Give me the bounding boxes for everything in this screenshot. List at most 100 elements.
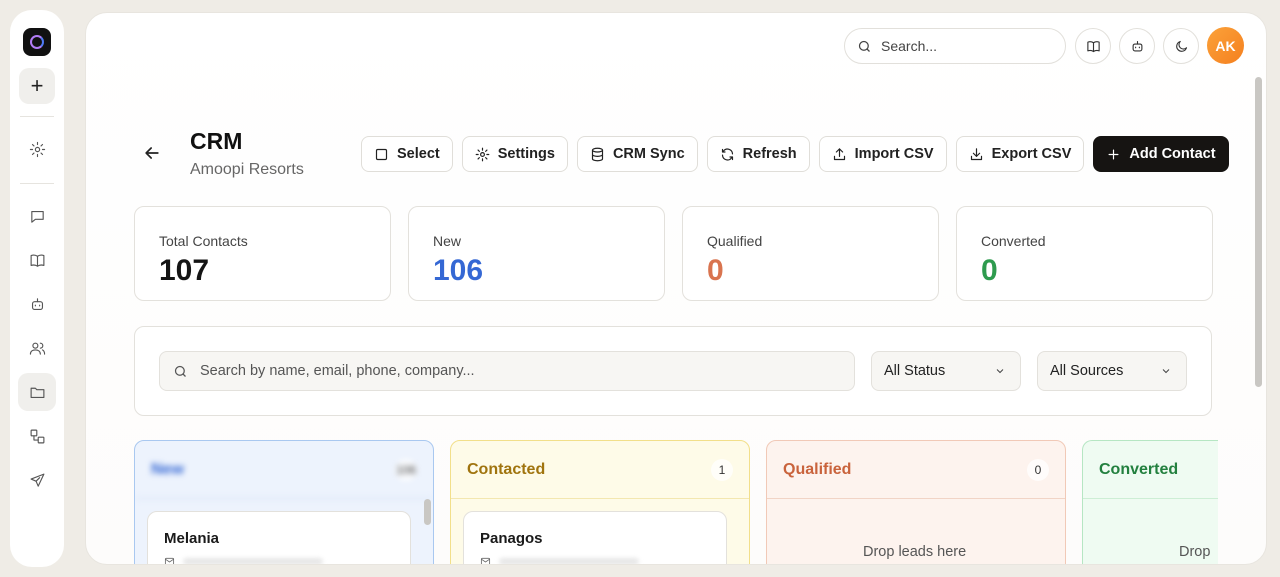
column-header: Qualified 0 <box>767 441 1065 499</box>
search-icon <box>174 365 186 377</box>
export-csv-button-label: Export CSV <box>991 146 1072 162</box>
source-filter-select[interactable]: All Sources <box>1037 351 1187 391</box>
sidebar-divider <box>20 116 54 117</box>
column-title: Qualified <box>783 460 852 478</box>
book-open-icon <box>1086 40 1100 52</box>
sidebar-item-send[interactable] <box>18 461 56 499</box>
page-scrollbar[interactable] <box>1255 77 1262 387</box>
column-title: Converted <box>1099 460 1179 478</box>
send-icon <box>30 473 44 487</box>
sidebar-divider <box>20 183 54 184</box>
contact-search-input[interactable]: Search by name, email, phone, company... <box>159 351 855 391</box>
column-scrollbar[interactable] <box>424 499 431 525</box>
column-count: 106 <box>395 458 417 481</box>
lead-email <box>164 556 410 564</box>
sidebar-item-bots[interactable] <box>18 285 56 323</box>
filter-bar: Search by name, email, phone, company...… <box>134 326 1212 416</box>
chat-icon <box>30 210 44 223</box>
stat-label: Converted <box>981 233 1046 249</box>
docs-button[interactable] <box>1075 28 1111 64</box>
stat-value: 107 <box>159 254 210 287</box>
export-csv-button[interactable]: Export CSV <box>955 136 1085 172</box>
action-toolbar: Select Settings CRM Sync Refresh Import … <box>361 136 1229 172</box>
theme-toggle-button[interactable] <box>1163 28 1199 64</box>
settings-button[interactable]: Settings <box>461 136 568 172</box>
sidebar-item-users[interactable] <box>18 329 56 367</box>
lead-name: Panagos <box>480 530 543 547</box>
new-item-button[interactable]: + <box>19 68 55 104</box>
folder-icon <box>30 387 44 398</box>
global-search[interactable]: Search... <box>844 28 1066 64</box>
stat-card-converted: Converted 0 <box>956 206 1213 301</box>
stat-label: Total Contacts <box>159 233 248 249</box>
lead-card[interactable]: Panagos <box>463 511 727 564</box>
chevron-down-icon <box>1162 369 1170 374</box>
sidebar-item-integrations[interactable] <box>18 417 56 455</box>
kanban-column-qualified[interactable]: Qualified 0 Drop leads here <box>766 440 1066 564</box>
refresh-button-label: Refresh <box>742 146 797 162</box>
stat-card-new: New 106 <box>408 206 665 301</box>
column-count: 0 <box>1027 458 1049 481</box>
column-title: New <box>151 460 184 478</box>
upload-icon <box>833 147 845 160</box>
status-filter-value: All Status <box>884 363 946 379</box>
kanban-column-new[interactable]: New 106 Melania <box>134 440 434 564</box>
stat-value: 0 <box>707 254 724 287</box>
stat-label: Qualified <box>707 233 763 249</box>
redacted-email <box>499 558 639 564</box>
database-icon <box>591 147 604 161</box>
add-contact-button-label: Add Contact <box>1129 146 1216 162</box>
column-header: New 106 <box>135 441 433 499</box>
search-icon <box>858 40 870 52</box>
column-title: Contacted <box>467 460 546 478</box>
column-header: Converted <box>1083 441 1218 499</box>
stats-row: Total Contacts 107 New 106 Qualified 0 C… <box>134 206 1213 301</box>
assistant-button[interactable] <box>1119 28 1155 64</box>
page-subtitle: Amoopi Resorts <box>190 161 304 178</box>
app-logo[interactable] <box>23 28 51 56</box>
lead-card[interactable]: Melania <box>147 511 411 564</box>
lead-name: Melania <box>164 530 220 547</box>
bot-icon <box>1132 40 1142 51</box>
lead-email <box>480 556 726 564</box>
moon-icon <box>1175 40 1187 52</box>
sidebar-item-settings[interactable] <box>18 130 56 168</box>
stat-value: 0 <box>981 254 998 287</box>
select-button[interactable]: Select <box>361 136 453 172</box>
page-title: CRM <box>190 128 243 154</box>
user-avatar[interactable]: AK <box>1207 27 1244 64</box>
kanban-column-contacted[interactable]: Contacted 1 Panagos <box>450 440 750 564</box>
stat-value: 106 <box>433 254 484 287</box>
main-panel: Search... AK CRM Amoopi Resorts Select S… <box>85 12 1267 565</box>
chevron-down-icon <box>996 369 1004 374</box>
drop-zone-text: Drop leads here <box>863 544 967 560</box>
plus-icon <box>1108 149 1119 159</box>
gear-icon <box>29 141 45 157</box>
sidebar-item-knowledge[interactable] <box>18 241 56 279</box>
add-contact-button[interactable]: Add Contact <box>1093 136 1229 172</box>
import-csv-button[interactable]: Import CSV <box>818 136 947 172</box>
checkbox-icon <box>375 148 388 160</box>
column-header: Contacted 1 <box>451 441 749 499</box>
contact-search-placeholder: Search by name, email, phone, company... <box>200 363 475 379</box>
sidebar-item-crm[interactable] <box>18 373 56 411</box>
mail-icon <box>164 557 175 564</box>
back-button[interactable] <box>142 143 164 165</box>
drop-zone-text: Drop <box>1179 544 1211 560</box>
column-count: 1 <box>711 458 733 481</box>
crm-sync-button[interactable]: CRM Sync <box>576 136 698 172</box>
sidebar-item-chat[interactable] <box>18 197 56 235</box>
users-icon <box>29 342 45 355</box>
settings-button-label: Settings <box>497 146 555 162</box>
refresh-button[interactable]: Refresh <box>706 136 810 172</box>
select-button-label: Select <box>397 146 440 162</box>
mail-icon <box>480 557 491 564</box>
bot-icon <box>31 297 43 310</box>
download-icon <box>970 147 982 160</box>
stat-card-qualified: Qualified 0 <box>682 206 939 301</box>
left-sidebar: + <box>10 10 64 567</box>
stat-card-total: Total Contacts 107 <box>134 206 391 301</box>
kanban-column-converted[interactable]: Converted Drop <box>1082 440 1218 564</box>
status-filter-select[interactable]: All Status <box>871 351 1021 391</box>
crm-sync-button-label: CRM Sync <box>612 146 685 162</box>
